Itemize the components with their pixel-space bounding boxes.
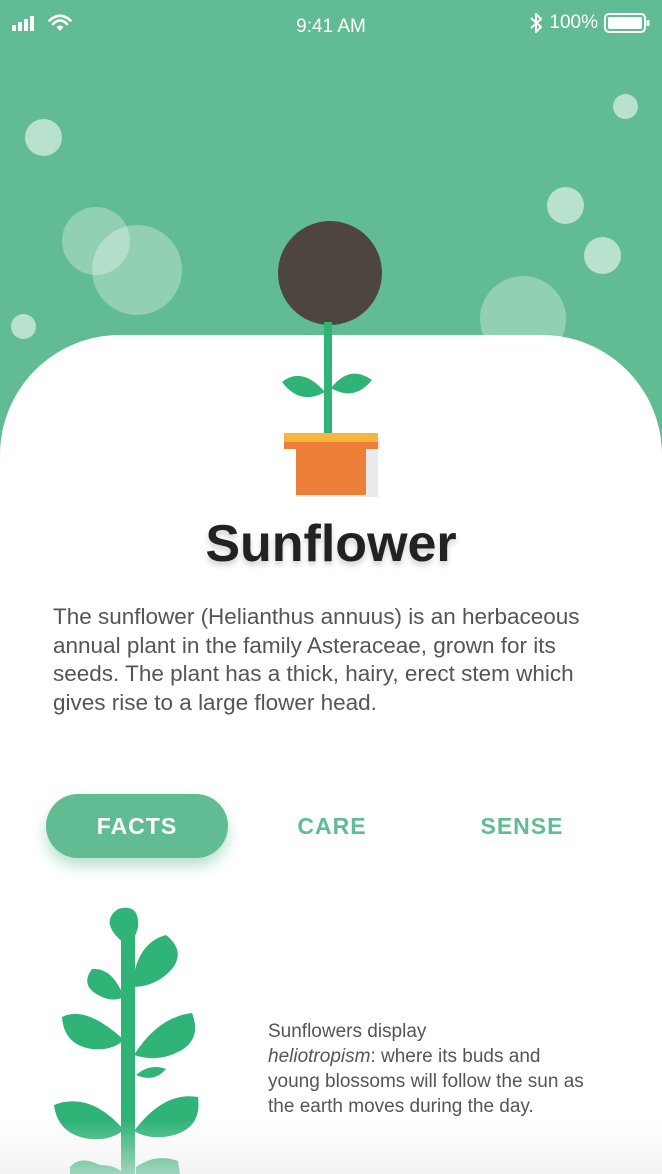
sunflower-illustration (278, 221, 382, 497)
plant-title: Sunflower (205, 515, 457, 573)
tab-facts[interactable]: FACTS (46, 794, 228, 858)
plant-description: The sunflower (Helianthus annuus) is an … (53, 604, 580, 715)
fact-intro: Sunflowers display (268, 1021, 427, 1042)
tab-sense[interactable]: SENSE (452, 794, 592, 858)
decorative-bubble (613, 94, 638, 119)
decorative-bubble (11, 314, 36, 339)
decorative-bubble (92, 225, 182, 315)
fact-text: Sunflowers display heliotropism: where i… (268, 1019, 588, 1119)
fact-term: heliotropism (268, 1046, 371, 1067)
status-bar: 9:41 AM 100% (0, 0, 662, 54)
decorative-bubble (584, 237, 621, 274)
battery-percentage: 100% (549, 12, 598, 33)
plant-stem-illustration (54, 907, 199, 1174)
battery-icon (604, 13, 650, 33)
tab-care[interactable]: CARE (262, 794, 402, 858)
decorative-bubble (25, 119, 62, 156)
decorative-bubble (547, 187, 584, 224)
tab-bar: FACTS CARE SENSE (0, 794, 662, 860)
bluetooth-icon (530, 13, 543, 33)
